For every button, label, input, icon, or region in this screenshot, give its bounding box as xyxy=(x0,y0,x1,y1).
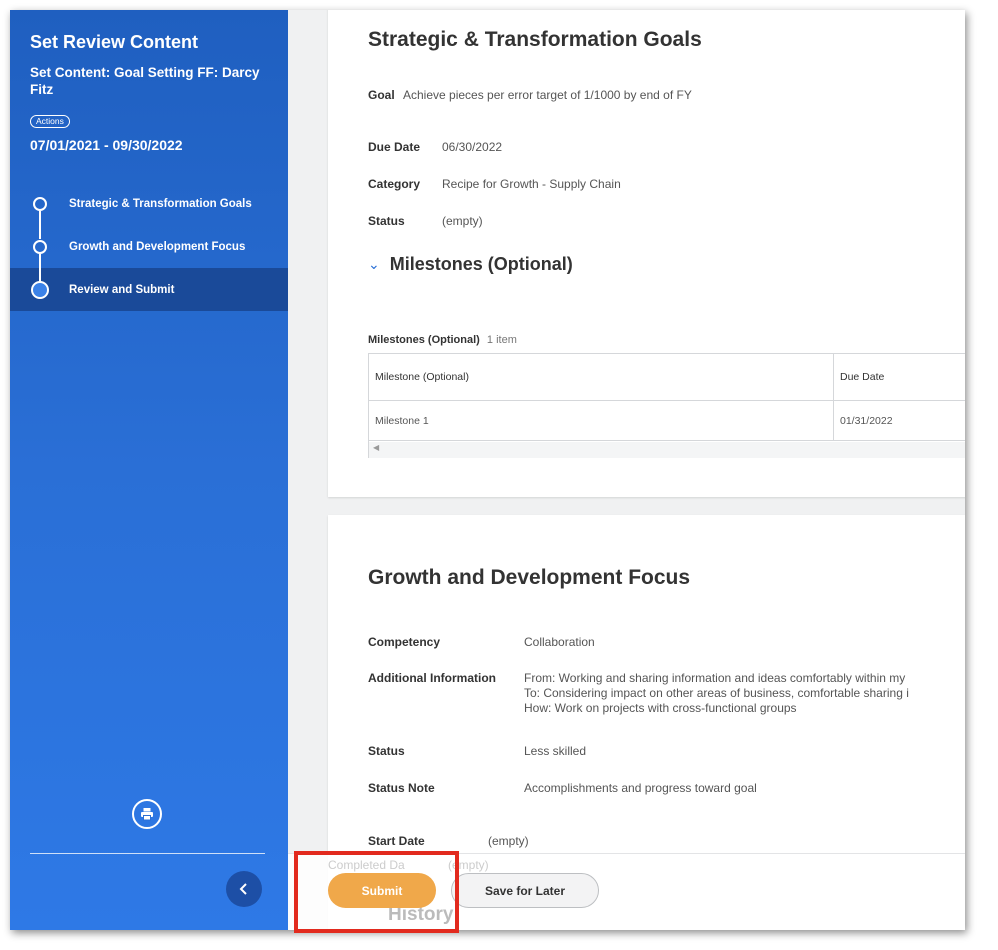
due-date-label: Due Date xyxy=(368,140,421,154)
chevron-left-icon xyxy=(239,883,247,895)
table-row: Milestone 1 01/31/2022 xyxy=(369,401,965,441)
competency-value: Collaboration xyxy=(524,635,595,649)
table-header-row: Milestone (Optional) Due Date xyxy=(369,354,965,401)
due-date-value: 06/30/2022 xyxy=(442,140,503,154)
category-label: Category xyxy=(368,177,421,191)
status-label: Status xyxy=(368,214,405,228)
scroll-left-icon[interactable]: ◀ xyxy=(373,443,379,452)
section-title: Strategic & Transformation Goals xyxy=(368,28,702,51)
table-item-count: 1 item xyxy=(486,334,517,346)
goal-value: Achieve pieces per error target of 1/100… xyxy=(403,88,692,102)
milestones-table: Milestone (Optional) Due Date Milestone … xyxy=(368,353,965,458)
start-date-value: (empty) xyxy=(488,834,529,848)
submit-button[interactable]: Submit xyxy=(328,873,436,908)
additional-info-line: To: Considering impact on other areas of… xyxy=(524,686,909,700)
step-label: Strategic & Transformation Goals xyxy=(69,197,252,210)
category-value: Recipe for Growth - Supply Chain xyxy=(442,177,621,191)
competency-label: Competency xyxy=(368,635,441,649)
status-note-value: Accomplishments and progress toward goal xyxy=(524,781,757,795)
table-caption-text: Milestones (Optional) xyxy=(368,334,480,346)
table-cell: Milestone 1 xyxy=(369,401,834,440)
step-connector xyxy=(39,254,41,282)
step-review-submit[interactable]: Review and Submit xyxy=(10,268,288,311)
step-complete-icon xyxy=(33,239,47,254)
step-connector xyxy=(39,211,41,239)
status-value: (empty) xyxy=(442,214,483,228)
status-label: Status xyxy=(368,744,405,758)
section-title: Growth and Development Focus xyxy=(368,566,691,589)
step-current-icon xyxy=(31,280,49,299)
column-header[interactable]: Milestone (Optional) xyxy=(369,354,834,400)
step-label: Review and Submit xyxy=(69,283,175,296)
collapse-sidebar-button[interactable] xyxy=(226,871,262,907)
actions-button[interactable]: Actions xyxy=(30,115,70,128)
chevron-down-icon: ⌄ xyxy=(368,256,380,272)
goal-label: Goal xyxy=(368,88,395,102)
print-button[interactable] xyxy=(132,799,162,829)
additional-info-label: Additional Information xyxy=(368,671,496,685)
step-complete-icon xyxy=(33,196,47,211)
app-window: Set Review Content Set Content: Goal Set… xyxy=(10,10,965,930)
milestones-toggle[interactable]: ⌄ Milestones (Optional) xyxy=(368,254,573,275)
column-header[interactable]: Due Date xyxy=(834,354,965,400)
review-period: 07/01/2021 - 09/30/2022 xyxy=(30,137,183,153)
step-label: Growth and Development Focus xyxy=(69,240,246,253)
sidebar-divider xyxy=(30,853,265,854)
additional-info-line: How: Work on projects with cross-functio… xyxy=(524,701,797,715)
sidebar: Set Review Content Set Content: Goal Set… xyxy=(10,10,288,930)
completed-date-value: (empty) xyxy=(448,858,489,872)
printer-icon xyxy=(141,808,153,821)
start-date-label: Start Date xyxy=(368,834,425,848)
step-growth-focus[interactable]: Growth and Development Focus xyxy=(10,225,288,268)
action-footer: Completed Da (empty) History Submit Save… xyxy=(288,853,965,930)
completed-date-label: Completed Da xyxy=(328,858,405,872)
sidebar-subtitle: Set Content: Goal Setting FF: Darcy Fitz xyxy=(30,65,260,97)
main-content: Strategic & Transformation Goals Goal Ac… xyxy=(288,10,965,930)
table-cell: 01/31/2022 xyxy=(840,414,893,427)
horizontal-scrollbar[interactable]: ◀ xyxy=(369,442,965,458)
save-for-later-button[interactable]: Save for Later xyxy=(451,873,599,908)
status-value: Less skilled xyxy=(524,744,587,758)
additional-info-value: From: Working and sharing information an… xyxy=(524,671,964,716)
additional-info-line: From: Working and sharing information an… xyxy=(524,671,906,685)
strategic-goals-card: Strategic & Transformation Goals Goal Ac… xyxy=(328,10,965,497)
table-caption: Milestones (Optional) 1 item xyxy=(368,334,517,346)
step-strategic-goals[interactable]: Strategic & Transformation Goals xyxy=(10,182,288,225)
sidebar-title: Set Review Content xyxy=(30,32,199,52)
milestones-title: Milestones (Optional) xyxy=(389,254,573,274)
step-list: Strategic & Transformation Goals Growth … xyxy=(10,182,288,311)
status-note-label: Status Note xyxy=(368,781,435,795)
